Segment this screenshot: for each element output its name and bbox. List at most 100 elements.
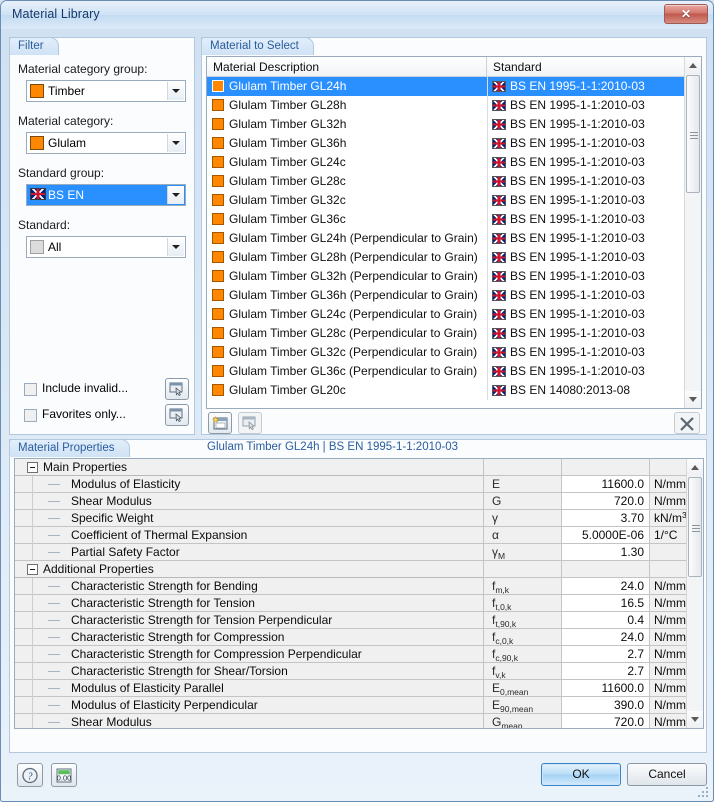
scroll-up-icon[interactable] [687, 459, 703, 476]
title-bar[interactable]: Material Library ✕ [1, 1, 713, 29]
property-name-text: Main Properties [43, 460, 128, 474]
material-list-row[interactable]: Glulam Timber GL24h (Perpendicular to Gr… [207, 229, 686, 248]
property-symbol-cell: ft,90,k [483, 612, 561, 629]
material-list-row[interactable]: Glulam Timber GL36h BS EN 1995-1-1:2010-0… [207, 134, 686, 153]
property-value-cell[interactable]: 1.30 [561, 544, 649, 561]
scroll-down-icon[interactable] [685, 391, 701, 408]
material-description-text: Glulam Timber GL36c [229, 212, 346, 226]
material-list-row[interactable]: Glulam Timber GL32c (Perpendicular to Gr… [207, 343, 686, 362]
new-document-icon [212, 416, 228, 430]
property-group-row[interactable]: Main Properties [15, 459, 688, 476]
tree-collapse-icon[interactable] [27, 564, 38, 575]
property-value-cell[interactable]: 2.7 [561, 663, 649, 680]
combo-material-category[interactable]: Glulam [26, 132, 186, 154]
tree-branch-icon [48, 535, 60, 536]
combo-material-category-value: Glulam [48, 136, 87, 150]
material-list-row[interactable]: Glulam Timber GL32c BS EN 1995-1-1:2010-0… [207, 191, 686, 210]
property-row[interactable]: Modulus of Elasticity E 11600.0 N/mm2 [15, 476, 691, 493]
combo-standard-group[interactable]: BS EN [26, 184, 186, 206]
material-list-row[interactable]: Glulam Timber GL20c BS EN 14080:2013-08 [207, 381, 686, 400]
column-header-material-description[interactable]: Material Description [207, 57, 487, 77]
material-list-row[interactable]: Glulam Timber GL24c (Perpendicular to Gr… [207, 305, 686, 324]
property-row[interactable]: Shear Modulus Gmean 720.0 N/mm2 [15, 714, 691, 728]
chevron-down-icon[interactable] [167, 186, 184, 204]
checkbox-include-invalid[interactable] [24, 383, 37, 396]
material-standard-text: BS EN 1995-1-1:2010-03 [510, 155, 645, 169]
property-value-text: 5.0000E-06 [581, 528, 644, 542]
material-list-row[interactable]: Glulam Timber GL32h BS EN 1995-1-1:2010-0… [207, 115, 686, 134]
material-list-row[interactable]: Glulam Timber GL32h (Perpendicular to Gr… [207, 267, 686, 286]
property-row[interactable]: Coefficient of Thermal Expansion α 5.0000E… [15, 527, 688, 544]
new-material-button[interactable] [208, 412, 232, 434]
material-list-row[interactable]: Glulam Timber GL36h (Perpendicular to Gr… [207, 286, 686, 305]
material-list-row[interactable]: Glulam Timber GL36c BS EN 1995-1-1:2010-0… [207, 210, 686, 229]
material-standard-cell: BS EN 14080:2013-08 [487, 381, 686, 400]
property-value-cell[interactable]: 24.0 [561, 578, 649, 595]
include-invalid-settings-button[interactable] [165, 378, 189, 400]
property-value-cell[interactable]: 720.0 [561, 714, 649, 728]
material-description-text: Glulam Timber GL32c (Perpendicular to Gr… [229, 345, 478, 359]
property-row[interactable]: Partial Safety Factor γM 1.30 [15, 544, 688, 561]
close-button[interactable]: ✕ [664, 4, 708, 24]
property-row[interactable]: Characteristic Strength for Shear/Torsio… [15, 663, 691, 680]
property-row[interactable]: Characteristic Strength for Tension ft,0,… [15, 595, 691, 612]
material-list[interactable]: Material Description Standard Glulam Tim… [206, 56, 702, 409]
help-button[interactable]: ? [17, 763, 43, 787]
chevron-down-icon[interactable] [167, 238, 184, 256]
material-list-row[interactable]: Glulam Timber GL36c (Perpendicular to Gr… [207, 362, 686, 381]
properties-table[interactable]: Main Properties Modulus of Elasticity E 116… [14, 458, 704, 729]
material-list-row[interactable]: Glulam Timber GL28c (Perpendicular to Gr… [207, 324, 686, 343]
material-standard-text: BS EN 1995-1-1:2010-03 [510, 269, 645, 283]
property-group-row[interactable]: Additional Properties [15, 561, 688, 578]
property-symbol-text: ft,0,k [492, 596, 512, 612]
material-list-row[interactable]: Glulam Timber GL28h (Perpendicular to Gr… [207, 248, 686, 267]
scroll-up-icon[interactable] [685, 57, 701, 74]
tree-collapse-icon[interactable] [27, 462, 38, 473]
favorites-only-settings-button[interactable] [165, 404, 189, 426]
property-value-cell[interactable]: 3.70 [561, 510, 649, 527]
resize-grip[interactable] [698, 787, 710, 799]
edit-material-button[interactable] [238, 412, 262, 434]
material-list-row[interactable]: Glulam Timber GL24c BS EN 1995-1-1:2010-0… [207, 153, 686, 172]
combo-material-category-group[interactable]: Timber [26, 80, 186, 102]
column-header-standard[interactable]: Standard [487, 57, 686, 77]
scroll-down-icon[interactable] [687, 711, 703, 728]
property-value-cell[interactable]: 16.5 [561, 595, 649, 612]
material-list-scrollbar[interactable] [684, 57, 701, 408]
property-value-cell[interactable]: 24.0 [561, 629, 649, 646]
checkbox-favorites-only[interactable] [24, 409, 37, 422]
property-value-cell[interactable]: 11600.0 [561, 680, 649, 697]
ok-button[interactable]: OK [541, 763, 621, 786]
cancel-button[interactable]: Cancel [627, 763, 707, 786]
property-row[interactable]: Characteristic Strength for Bending fm,k 2… [15, 578, 691, 595]
property-row[interactable]: Characteristic Strength for Compression f… [15, 629, 691, 646]
property-row[interactable]: Shear Modulus G 720.0 N/mm2 [15, 493, 691, 510]
properties-scrollbar[interactable] [686, 459, 703, 728]
tree-line [32, 663, 33, 680]
material-list-row[interactable]: Glulam Timber GL28h BS EN 1995-1-1:2010-0… [207, 96, 686, 115]
scrollbar-thumb[interactable] [688, 477, 702, 577]
property-value-cell[interactable]: 720.0 [561, 493, 649, 510]
scrollbar-thumb[interactable] [686, 75, 700, 193]
clear-selection-button[interactable] [674, 412, 700, 434]
material-standard-cell: BS EN 1995-1-1:2010-03 [487, 324, 686, 343]
property-value-cell[interactable]: 390.0 [561, 697, 649, 714]
property-value-cell[interactable]: 2.7 [561, 646, 649, 663]
property-value-cell[interactable]: 5.0000E-06 [561, 527, 649, 544]
property-value-cell[interactable]: 0.4 [561, 612, 649, 629]
property-row[interactable]: Modulus of Elasticity Perpendicular E90,m… [15, 697, 691, 714]
property-row[interactable]: Modulus of Elasticity Parallel E0,mean 116… [15, 680, 691, 697]
units-button[interactable]: 0.00 [51, 763, 77, 787]
property-row[interactable]: Characteristic Strength for Compression … [15, 646, 691, 663]
property-row[interactable]: Specific Weight γ 3.70 kN/m3 [15, 510, 688, 527]
material-list-row[interactable]: Glulam Timber GL24h BS EN 1995-1-1:2010-0… [207, 77, 686, 96]
chevron-down-icon[interactable] [167, 134, 184, 152]
material-list-row[interactable]: Glulam Timber GL28c BS EN 1995-1-1:2010-0… [207, 172, 686, 191]
combo-standard[interactable]: All [26, 236, 186, 258]
property-symbol-cell: E90,mean [483, 697, 561, 714]
chevron-down-icon[interactable] [167, 82, 184, 100]
property-value-text: 1.30 [620, 545, 644, 559]
property-value-cell[interactable]: 11600.0 [561, 476, 649, 493]
label-standard-group: Standard group: [18, 166, 105, 180]
property-row[interactable]: Characteristic Strength for Tension Perp… [15, 612, 691, 629]
